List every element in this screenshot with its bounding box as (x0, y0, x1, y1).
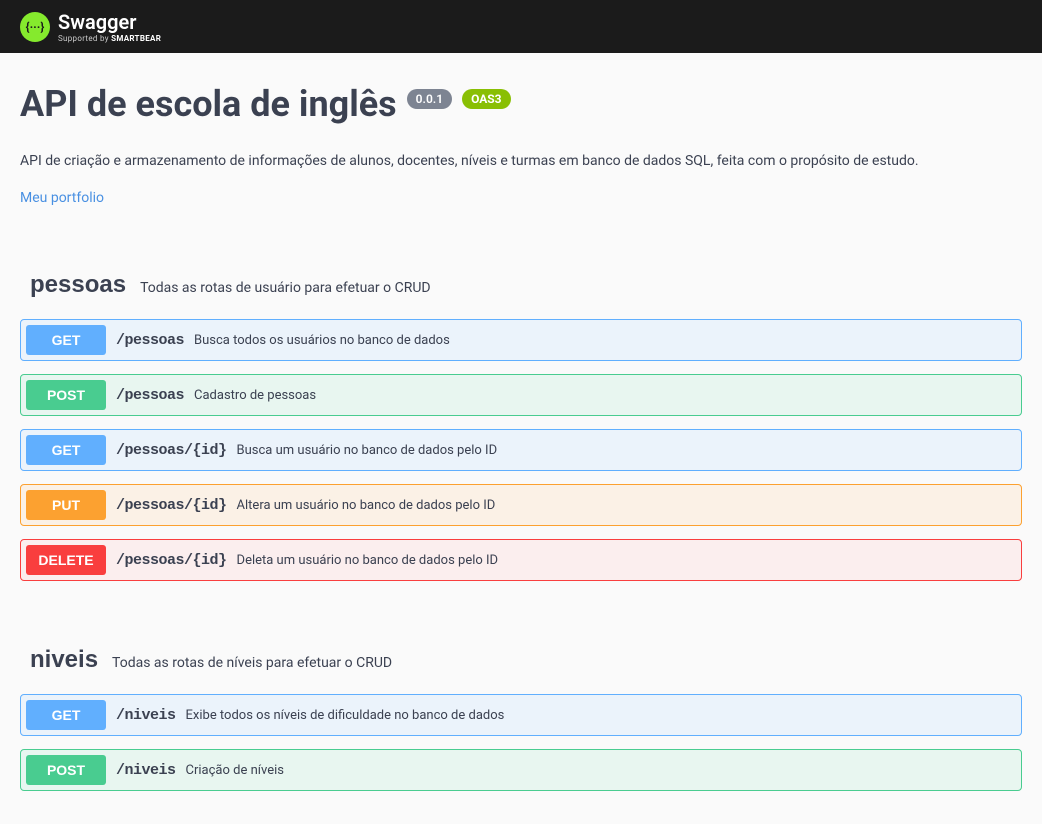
method-badge: PUT (26, 490, 106, 520)
tag-section: niveis Todas as rotas de níveis para efet… (20, 636, 1022, 791)
tag-header[interactable]: niveis Todas as rotas de níveis para efet… (20, 636, 1022, 684)
operations-list: GET/niveis Exibe todos os níveis de dific… (20, 694, 1022, 791)
operation-summary: Exibe todos os níveis de dificuldade no … (186, 708, 505, 723)
title-row: API de escola de inglês 0.0.1 OAS3 (20, 83, 1022, 125)
tag-name: niveis (30, 646, 98, 674)
operation-path: /pessoas/{id} (116, 552, 227, 569)
method-badge: POST (26, 380, 106, 410)
api-description: API de criação e armazenamento de inform… (20, 153, 1022, 169)
method-badge: DELETE (26, 545, 106, 575)
operation-row[interactable]: GET/pessoas/{id} Busca um usuário no banc… (20, 429, 1022, 471)
operation-row[interactable]: POST/pessoas Cadastro de pessoas (20, 374, 1022, 416)
operation-summary: Busca um usuário no banco de dados pelo … (237, 443, 498, 458)
supported-by-brand: SMARTBEAR (111, 34, 161, 43)
tag-description: Todas as rotas de níveis para efetuar o … (112, 655, 392, 671)
tags-container: pessoas Todas as rotas de usuário para ef… (20, 261, 1022, 791)
brand-name: Swagger (58, 10, 161, 34)
operation-path: /pessoas (116, 332, 184, 349)
operation-row[interactable]: DELETE/pessoas/{id} Deleta um usuário no … (20, 539, 1022, 581)
operation-summary: Busca todos os usuários no banco de dado… (194, 333, 450, 348)
operation-row[interactable]: GET/pessoas Busca todos os usuários no ba… (20, 319, 1022, 361)
operation-summary: Altera um usuário no banco de dados pelo… (237, 498, 496, 513)
swagger-logo-icon: {···} (20, 12, 50, 42)
tag-section: pessoas Todas as rotas de usuário para ef… (20, 261, 1022, 581)
topbar: {···} Swagger Supported by SMARTBEAR (0, 0, 1042, 53)
tag-name: pessoas (30, 271, 126, 299)
operation-summary: Criação de níveis (186, 763, 284, 778)
method-badge: GET (26, 325, 106, 355)
operation-path: /pessoas (116, 387, 184, 404)
portfolio-link[interactable]: Meu portfolio (20, 190, 104, 206)
method-badge: GET (26, 700, 106, 730)
operation-path: /niveis (116, 707, 176, 724)
version-badge: 0.0.1 (407, 89, 452, 109)
oas-badge: OAS3 (462, 89, 511, 109)
logo-wrap: Swagger Supported by SMARTBEAR (58, 10, 161, 43)
operation-summary: Cadastro de pessoas (194, 388, 316, 403)
method-badge: POST (26, 755, 106, 785)
operation-summary: Deleta um usuário no banco de dados pelo… (237, 553, 499, 568)
operation-path: /pessoas/{id} (116, 497, 227, 514)
api-title: API de escola de inglês (20, 83, 397, 125)
tag-description: Todas as rotas de usuário para efetuar o… (140, 280, 431, 296)
method-badge: GET (26, 435, 106, 465)
content: API de escola de inglês 0.0.1 OAS3 API d… (0, 53, 1042, 824)
topbar-inner: {···} Swagger Supported by SMARTBEAR (0, 10, 181, 43)
operation-path: /niveis (116, 762, 176, 779)
operation-row[interactable]: PUT/pessoas/{id} Altera um usuário no ban… (20, 484, 1022, 526)
operation-row[interactable]: GET/niveis Exibe todos os níveis de dific… (20, 694, 1022, 736)
operations-list: GET/pessoas Busca todos os usuários no ba… (20, 319, 1022, 581)
operation-path: /pessoas/{id} (116, 442, 227, 459)
tag-header[interactable]: pessoas Todas as rotas de usuário para ef… (20, 261, 1022, 309)
operation-row[interactable]: POST/niveis Criação de níveis (20, 749, 1022, 791)
supported-by-prefix: Supported by (58, 34, 111, 43)
brand-subtitle: Supported by SMARTBEAR (58, 34, 161, 43)
